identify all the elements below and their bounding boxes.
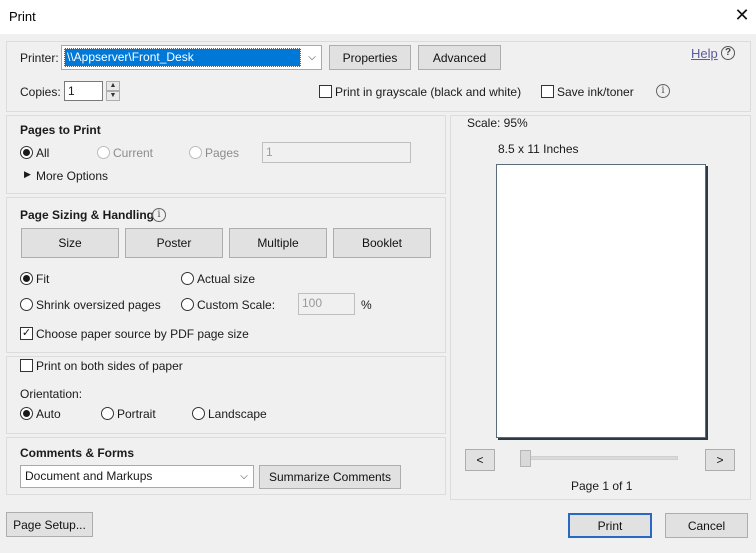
orientation-portrait-label: Portrait bbox=[117, 407, 156, 421]
previous-page-button[interactable]: < bbox=[465, 449, 495, 471]
advanced-button[interactable]: Advanced bbox=[418, 45, 501, 70]
page-indicator: Page 1 of 1 bbox=[571, 479, 633, 493]
comments-forms-heading: Comments & Forms bbox=[20, 446, 135, 460]
orientation-portrait-radio[interactable] bbox=[101, 407, 114, 420]
chevron-down-icon: ⌵ bbox=[308, 52, 316, 63]
actual-size-label: Actual size bbox=[197, 272, 256, 286]
both-sides-checkbox[interactable] bbox=[20, 359, 33, 372]
orientation-landscape-radio[interactable] bbox=[192, 407, 205, 420]
pages-to-print-heading: Pages to Print bbox=[20, 123, 101, 137]
summarize-comments-button[interactable]: Summarize Comments bbox=[259, 465, 401, 489]
grayscale-label: Print in grayscale (black and white) bbox=[335, 85, 522, 99]
paper-source-label: Choose paper source by PDF page size bbox=[36, 327, 249, 341]
pages-current-radio[interactable] bbox=[97, 146, 110, 159]
page-slider-thumb[interactable] bbox=[520, 450, 531, 467]
orientation-landscape-label: Landscape bbox=[208, 407, 267, 421]
info-icon[interactable]: i bbox=[656, 84, 670, 98]
actual-size-radio[interactable] bbox=[181, 272, 194, 285]
cancel-button[interactable]: Cancel bbox=[665, 513, 748, 538]
pages-all-label: All bbox=[36, 146, 50, 160]
size-tab-button[interactable]: Size bbox=[21, 228, 119, 258]
expand-triangle-icon[interactable]: ▶ bbox=[24, 169, 31, 180]
both-sides-label: Print on both sides of paper bbox=[36, 359, 183, 373]
info-icon[interactable]: i bbox=[152, 208, 166, 222]
save-ink-checkbox[interactable] bbox=[541, 85, 554, 98]
percent-label: % bbox=[361, 298, 372, 312]
orientation-auto-radio[interactable] bbox=[20, 407, 33, 420]
paper-source-checkbox[interactable]: ✓ bbox=[20, 327, 33, 340]
copies-decrement-button[interactable]: ▼ bbox=[106, 91, 120, 101]
fit-radio[interactable] bbox=[20, 272, 33, 285]
page-slider-track[interactable] bbox=[522, 456, 678, 460]
orientation-label: Orientation: bbox=[20, 387, 83, 401]
shrink-oversized-radio[interactable] bbox=[20, 298, 33, 311]
copies-label: Copies: bbox=[20, 85, 61, 99]
fit-label: Fit bbox=[36, 272, 50, 286]
paper-size-label: 8.5 x 11 Inches bbox=[498, 142, 579, 156]
help-link[interactable]: Help bbox=[691, 46, 718, 61]
save-ink-label: Save ink/toner bbox=[557, 85, 634, 99]
printer-selected-value: \\Appserver\Front_Desk bbox=[64, 48, 301, 67]
custom-scale-radio[interactable] bbox=[181, 298, 194, 311]
multiple-tab-button[interactable]: Multiple bbox=[229, 228, 327, 258]
page-preview bbox=[496, 164, 706, 438]
properties-button[interactable]: Properties bbox=[329, 45, 411, 70]
chevron-down-icon: ⌵ bbox=[240, 471, 248, 482]
printer-select[interactable]: \\Appserver\Front_Desk ⌵ bbox=[61, 45, 322, 70]
more-options-toggle[interactable]: More Options bbox=[36, 169, 108, 183]
comments-forms-select[interactable]: Document and Markups ⌵ bbox=[20, 465, 254, 488]
pages-current-label: Current bbox=[113, 146, 154, 160]
orientation-auto-label: Auto bbox=[36, 407, 61, 421]
shrink-oversized-label: Shrink oversized pages bbox=[36, 298, 161, 312]
pages-range-input[interactable]: 1 bbox=[262, 142, 411, 163]
page-sizing-heading: Page Sizing & Handling bbox=[20, 208, 155, 222]
custom-scale-input[interactable]: 100 bbox=[298, 293, 355, 315]
close-icon[interactable]: ✕ bbox=[732, 4, 752, 26]
print-button[interactable]: Print bbox=[568, 513, 652, 538]
poster-tab-button[interactable]: Poster bbox=[125, 228, 223, 258]
next-page-button[interactable]: > bbox=[705, 449, 735, 471]
page-setup-button[interactable]: Page Setup... bbox=[6, 512, 93, 537]
printer-label: Printer: bbox=[20, 51, 59, 65]
title-bar: Print ✕ bbox=[0, 0, 756, 34]
help-icon[interactable]: ? bbox=[721, 46, 735, 60]
comments-forms-selected-value: Document and Markups bbox=[25, 469, 153, 483]
pages-range-label: Pages bbox=[205, 146, 240, 160]
custom-scale-label: Custom Scale: bbox=[197, 298, 276, 312]
pages-range-radio[interactable] bbox=[189, 146, 202, 159]
copies-increment-button[interactable]: ▲ bbox=[106, 81, 120, 91]
copies-input[interactable]: 1 bbox=[64, 81, 103, 101]
scale-readout: Scale: 95% bbox=[467, 116, 528, 130]
pages-all-radio[interactable] bbox=[20, 146, 33, 159]
grayscale-checkbox[interactable] bbox=[319, 85, 332, 98]
window-title: Print bbox=[9, 9, 36, 24]
booklet-tab-button[interactable]: Booklet bbox=[333, 228, 431, 258]
